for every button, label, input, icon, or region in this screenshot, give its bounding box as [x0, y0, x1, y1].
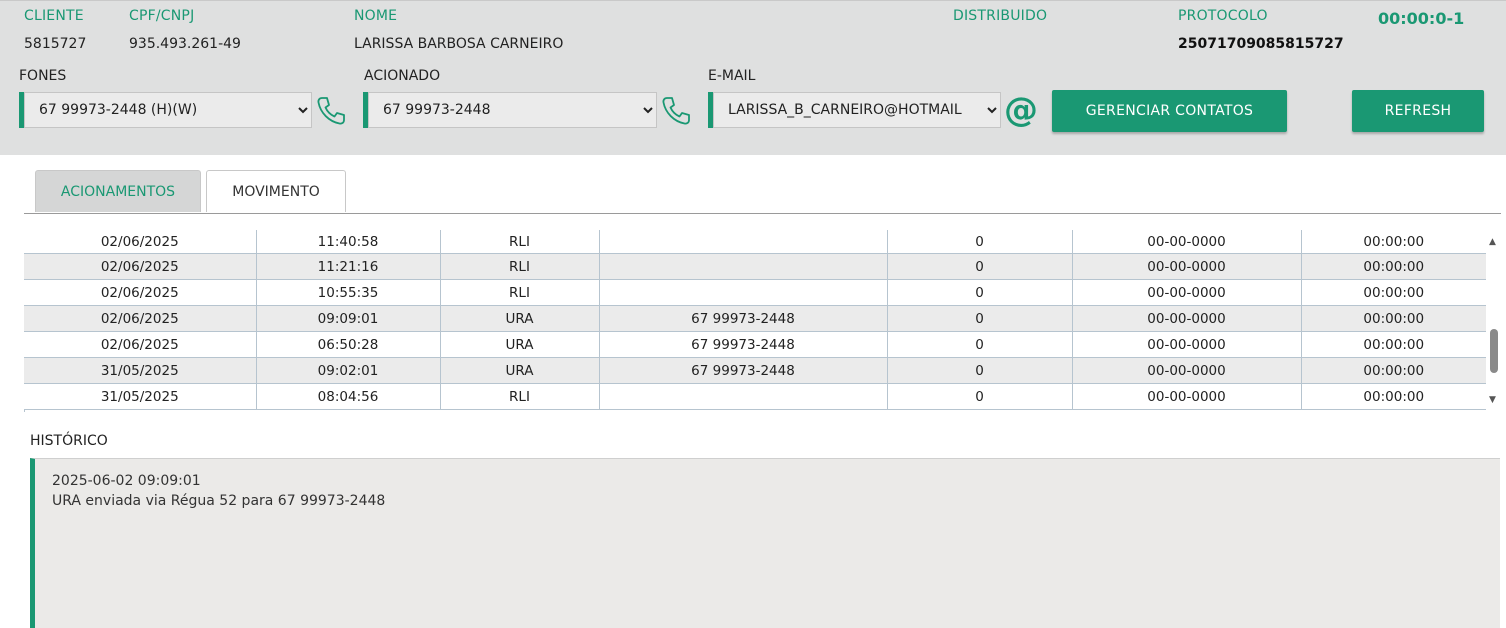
call-timer: 00:00:0-1 [1378, 9, 1465, 28]
table-cell: RLI [440, 383, 600, 410]
email-at-icon[interactable]: @ [1004, 93, 1038, 127]
table-cell: 02/06/2025 [24, 253, 257, 280]
table-cell [599, 383, 888, 410]
table-cell: 00-00-0000 [1072, 305, 1302, 332]
table-row[interactable]: 02/06/2025 09:09:01 URA 67 99973-2448 0 00-00… [24, 305, 1486, 332]
table-cell: 0 [887, 305, 1073, 332]
fones-label: FONES [19, 68, 67, 84]
phone-icon[interactable] [315, 95, 347, 127]
table-row[interactable]: 02/06/2025 11:21:16 RLI 0 00-00-0000 00:00:00 [24, 253, 1486, 280]
phone-icon[interactable] [660, 95, 692, 127]
table-cell: RLI [440, 230, 600, 254]
table-cell: 0 [887, 253, 1073, 280]
scroll-down-icon[interactable]: ▼ [1489, 395, 1496, 405]
grid-scrollbar[interactable]: ▲ ▼ [1486, 235, 1502, 411]
grid-body: 02/06/2025 11:40:58 RLI 0 00-00-0000 00:00:00… [24, 230, 1486, 410]
table-cell: 00:00:00 [1301, 357, 1486, 384]
acionado-label: ACIONADO [364, 68, 441, 84]
table-cell: 00:00:00 [1301, 383, 1486, 410]
protocolo-value: 25071709085815727 [1178, 36, 1344, 52]
client-header: CLIENTE 5815727 CPF/CNPJ 935.493.261-49 … [0, 0, 1506, 155]
table-cell: 06:50:28 [256, 331, 441, 358]
table-cell: URA [440, 357, 600, 384]
table-cell [599, 230, 888, 254]
table-cell: 00:00:00 [1301, 305, 1486, 332]
table-cell: 02/06/2025 [24, 279, 257, 306]
acionado-select[interactable]: 67 99973-2448 [368, 92, 657, 128]
table-cell: 08:04:56 [256, 383, 441, 410]
table-cell: 02/06/2025 [24, 305, 257, 332]
table-cell: 0 [887, 331, 1073, 358]
historico-label: HISTÓRICO [30, 433, 108, 449]
table-cell: 67 99973-2448 [599, 331, 888, 358]
cpf-label: CPF/CNPJ [129, 8, 195, 24]
table-cell: RLI [440, 253, 600, 280]
table-cell: 0 [887, 383, 1073, 410]
cpf-value: 935.493.261-49 [129, 36, 241, 52]
table-cell: 00-00-0000 [1072, 331, 1302, 358]
table-cell: 00-00-0000 [1072, 279, 1302, 306]
table-row[interactable]: 31/05/2025 08:04:56 RLI 0 00-00-0000 00:00:00 [24, 383, 1486, 410]
table-cell: 02/06/2025 [24, 230, 257, 254]
table-cell: 00:00:00 [1301, 230, 1486, 254]
table-cell: 0 [887, 357, 1073, 384]
email-select[interactable]: LARISSA_B_CARNEIRO@HOTMAIL [713, 92, 1001, 128]
table-cell: 31/05/2025 [24, 383, 257, 410]
table-cell [599, 253, 888, 280]
table-cell: 00-00-0000 [1072, 383, 1302, 410]
distribuido-label: DISTRIBUIDO [953, 8, 1048, 24]
table-cell: 11:21:16 [256, 253, 441, 280]
protocolo-label: PROTOCOLO [1178, 8, 1268, 24]
acionado-select-wrap: 67 99973-2448 [363, 92, 657, 128]
nome-value: LARISSA BARBOSA CARNEIRO [354, 36, 564, 52]
table-cell: 00:00:00 [1301, 279, 1486, 306]
table-row[interactable]: 31/05/2025 09:02:01 URA 67 99973-2448 0 00-00… [24, 357, 1486, 384]
scroll-up-icon[interactable]: ▲ [1489, 237, 1496, 247]
email-label: E-MAIL [708, 68, 756, 84]
table-cell: 00-00-0000 [1072, 357, 1302, 384]
email-select-wrap: LARISSA_B_CARNEIRO@HOTMAIL [708, 92, 1001, 128]
table-cell: URA [440, 331, 600, 358]
table-row[interactable]: 02/06/2025 06:50:28 URA 67 99973-2448 0 00-00… [24, 331, 1486, 358]
tab-movimento[interactable]: MOVIMENTO [206, 170, 346, 212]
table-cell: 09:09:01 [256, 305, 441, 332]
tabs-divider [24, 213, 1501, 214]
acionamentos-grid: 02/06/2025 11:40:58 RLI 0 00-00-0000 00:00:00… [24, 230, 1486, 412]
cliente-value: 5815727 [24, 36, 87, 52]
table-cell: 00:00:00 [1301, 253, 1486, 280]
historico-box[interactable]: 2025-06-02 09:09:01 URA enviada via Régu… [30, 458, 1500, 628]
table-cell: 31/05/2025 [24, 357, 257, 384]
table-cell: 67 99973-2448 [599, 357, 888, 384]
table-cell: 09:02:01 [256, 357, 441, 384]
gerenciar-contatos-button[interactable]: GERENCIAR CONTATOS [1052, 90, 1287, 132]
table-cell: 02/06/2025 [24, 331, 257, 358]
scroll-thumb[interactable] [1490, 329, 1498, 373]
table-cell: 10:55:35 [256, 279, 441, 306]
table-cell: 00:00:00 [1301, 331, 1486, 358]
fones-select[interactable]: 67 99973-2448 (H)(W) [24, 92, 312, 128]
nome-label: NOME [354, 8, 398, 24]
historico-line-2: URA enviada via Régua 52 para 67 99973-2… [52, 493, 386, 509]
tab-acionamentos[interactable]: ACIONAMENTOS [35, 170, 201, 212]
refresh-button[interactable]: REFRESH [1352, 90, 1484, 132]
table-row[interactable]: 02/06/2025 11:40:58 RLI 0 00-00-0000 00:00:00 [24, 230, 1486, 254]
cliente-label: CLIENTE [24, 8, 84, 24]
table-cell: 0 [887, 230, 1073, 254]
table-cell: 0 [887, 279, 1073, 306]
historico-line-1: 2025-06-02 09:09:01 [52, 473, 201, 489]
table-cell: 11:40:58 [256, 230, 441, 254]
table-cell: URA [440, 305, 600, 332]
table-row[interactable]: 02/06/2025 10:55:35 RLI 0 00-00-0000 00:00:00 [24, 279, 1486, 306]
fones-select-wrap: 67 99973-2448 (H)(W) [19, 92, 312, 128]
table-cell: 00-00-0000 [1072, 253, 1302, 280]
table-cell: RLI [440, 279, 600, 306]
table-cell [599, 279, 888, 306]
table-cell: 67 99973-2448 [599, 305, 888, 332]
table-cell: 00-00-0000 [1072, 230, 1302, 254]
